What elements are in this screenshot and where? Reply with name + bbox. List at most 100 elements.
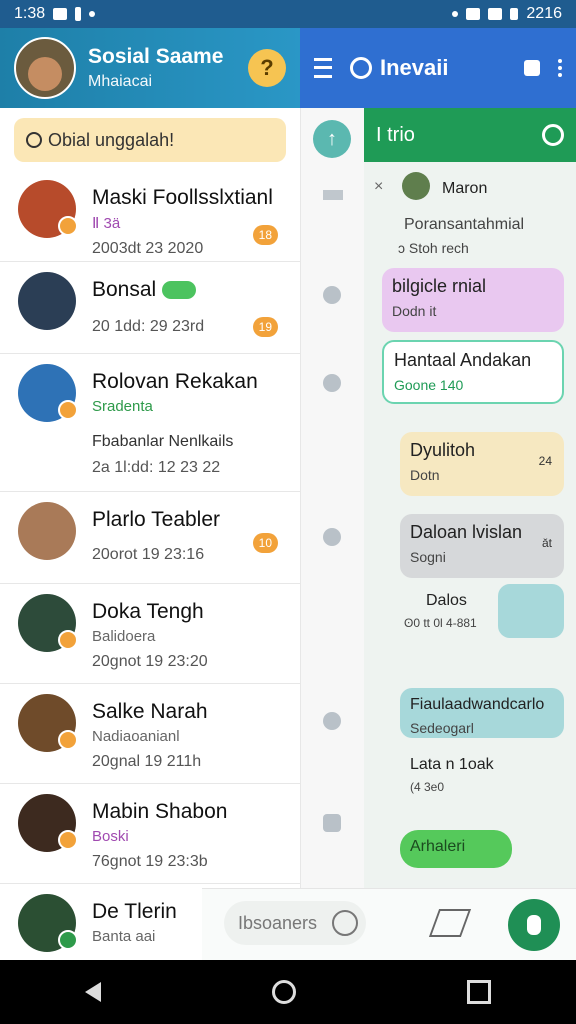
- message-bubble[interactable]: Lata n 1oak (4 3e0: [400, 748, 564, 812]
- search-icon[interactable]: [542, 124, 564, 146]
- avatar: [402, 172, 430, 200]
- avatar: [18, 694, 78, 752]
- message-text: Poransantahmial: [404, 216, 525, 233]
- phone-icon[interactable]: [524, 60, 540, 76]
- contact-name: Rolovan Rekakan: [92, 370, 258, 393]
- contact-item[interactable]: Plarlo Teabler 20orot 19 23:16 10: [0, 492, 300, 584]
- more-icon[interactable]: [558, 59, 562, 77]
- battery-small-icon: [75, 7, 82, 21]
- status-badge: [58, 830, 78, 850]
- contact-item[interactable]: Maski Foollsslxtianl Ⅱ 3ä 2003dt 23 2020…: [0, 170, 300, 262]
- close-icon[interactable]: ×: [374, 178, 383, 196]
- avatar-small[interactable]: [323, 374, 341, 392]
- contact-item[interactable]: Salke Narah Nadiaoanianl 20gnal 19 211h: [0, 684, 300, 784]
- chat-title: I trio: [376, 123, 415, 146]
- contact-item[interactable]: Bonsal 20 1dd: 29 23rd 19: [0, 262, 300, 354]
- contact-item[interactable]: Rolovan Rekakan Sradenta Fbabanlar Nenlk…: [0, 354, 300, 492]
- contact-name: Doka Tengh: [92, 600, 204, 623]
- sender-name: Maron: [442, 180, 488, 197]
- contact-name: Maski Foollsslxtianl: [92, 186, 273, 209]
- status-badge: [58, 630, 78, 650]
- home-button[interactable]: [271, 980, 296, 1004]
- message-input[interactable]: Ibsoaners: [224, 901, 366, 945]
- avatar: [18, 894, 78, 952]
- profile-header: Sosial Saame Mhaiacai ?: [0, 28, 300, 108]
- contact-tag: Boski: [92, 828, 129, 845]
- message-bubble[interactable]: Daloan lvislan Sogni ǎt: [400, 514, 564, 578]
- send-icon[interactable]: [428, 909, 472, 937]
- message-bubble[interactable]: Fiaulaadwandcarlo Sedeogarl: [400, 688, 564, 738]
- help-button[interactable]: ?: [248, 49, 286, 87]
- search-icon: [26, 132, 42, 148]
- location-icon[interactable]: [323, 528, 341, 546]
- avatar: [18, 594, 78, 652]
- message-input-bar: Ibsoaners: [202, 888, 576, 961]
- side-rail: ↑: [300, 108, 366, 888]
- message-text: ɔ Stoh rech: [398, 240, 469, 256]
- contact-time: 2a 1l:dd: 12 23 22: [92, 459, 221, 476]
- back-button[interactable]: [85, 982, 102, 1002]
- status-chip: [162, 281, 197, 300]
- contact-extra: Fbabanlar Nenlkails: [92, 433, 234, 450]
- chat-icon[interactable]: [323, 814, 341, 832]
- contact-tag: Sradenta: [92, 398, 153, 415]
- emoji-icon[interactable]: [332, 910, 358, 936]
- contact-name: Plarlo Teabler: [92, 508, 221, 531]
- message-bubble[interactable]: Hantaal Andakan Goone 140: [382, 340, 564, 404]
- search-icon[interactable]: [350, 57, 372, 79]
- status-bar: 1:38 2216: [0, 0, 576, 28]
- avatar: [18, 794, 78, 852]
- status-badge: [58, 730, 78, 750]
- wifi-icon: [466, 8, 481, 20]
- unread-badge: 18: [252, 225, 278, 245]
- attachment-bubble[interactable]: [498, 584, 564, 638]
- avatar: [18, 272, 76, 330]
- mic-button[interactable]: [508, 899, 560, 951]
- link-icon: [89, 11, 96, 17]
- profile-name: Sosial Saame: [88, 45, 224, 68]
- contact-item[interactable]: Mabin Shabon Boski 76gnot 19 23:3b: [0, 784, 300, 884]
- contact-tag: Nadiaoanianl: [92, 728, 180, 745]
- signal-icon: [488, 8, 503, 20]
- status-time: 1:38: [14, 5, 46, 22]
- chevron-icon[interactable]: [323, 190, 343, 200]
- contact-name: Salke Narah: [92, 700, 208, 723]
- avatar: [18, 502, 76, 560]
- contact-name: Bonsal: [92, 278, 282, 302]
- chat-toolbar: Inevaii: [300, 28, 576, 108]
- contacts-pane: Sosial Saame Mhaiacai ? Obial unggalah! …: [0, 28, 300, 960]
- search-placeholder: Obial unggalah!: [48, 129, 175, 150]
- contact-list: Maski Foollsslxtianl Ⅱ 3ä 2003dt 23 2020…: [0, 170, 300, 960]
- location-icon[interactable]: [323, 712, 341, 730]
- status-badge: [58, 216, 78, 236]
- avatar: [18, 180, 78, 238]
- search-bar[interactable]: Obial unggalah!: [14, 118, 286, 162]
- message-bubble[interactable]: Dalos ʘ0 tt 0l 4-881: [404, 586, 504, 640]
- chat-header: I trio: [364, 108, 576, 162]
- avatar-small[interactable]: [323, 286, 341, 304]
- input-placeholder: Ibsoaners: [238, 912, 318, 933]
- message-bubble[interactable]: bilgicle rnial Dodn it: [382, 268, 564, 332]
- contact-tag: Balidoera: [92, 628, 156, 645]
- status-badge: [58, 400, 78, 420]
- battery-icon: [510, 8, 519, 20]
- message-bubble[interactable]: Arhaleri: [400, 830, 512, 868]
- contact-time: 76gnot 19 23:3b: [92, 853, 208, 870]
- pin-icon[interactable]: ↑: [313, 120, 351, 158]
- toolbar-title: Inevaii: [380, 55, 449, 80]
- profile-subtitle: Mhaiacai: [88, 73, 153, 90]
- contact-time: 2003dt 23 2020: [92, 240, 204, 257]
- chat-panel: I trio × Maron Poransantahmial ɔ Stoh re…: [364, 108, 576, 888]
- recent-apps-button[interactable]: [466, 980, 491, 1004]
- mail-icon: [53, 8, 68, 20]
- message-bubble[interactable]: Dyulitoh Dotn 24: [400, 432, 564, 496]
- contact-time: 20gnot 19 23:20: [92, 653, 208, 670]
- avatar: [18, 364, 78, 422]
- menu-icon[interactable]: [314, 58, 332, 78]
- battery-text: 2216: [526, 5, 562, 22]
- contact-name: Mabin Shabon: [92, 800, 228, 823]
- profile-avatar[interactable]: [14, 37, 76, 99]
- unread-badge: 19: [252, 317, 278, 337]
- contact-item[interactable]: Doka Tengh Balidoera 20gnot 19 23:20: [0, 584, 300, 684]
- contact-time: 20gnal 19 211h: [92, 753, 202, 770]
